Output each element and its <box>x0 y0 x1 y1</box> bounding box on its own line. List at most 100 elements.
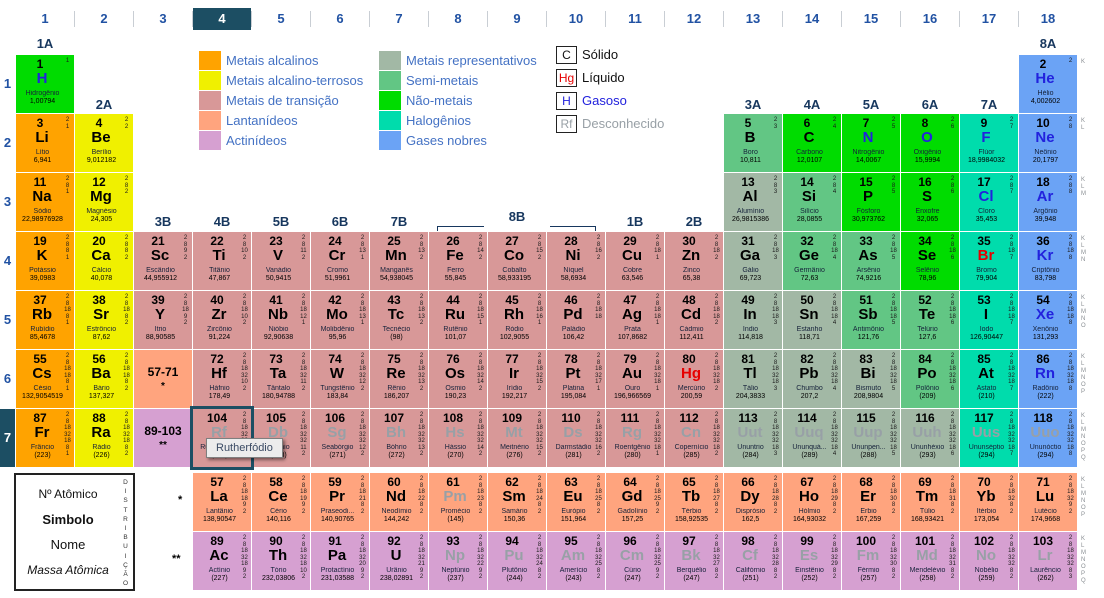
row-label-1[interactable]: 1 <box>0 55 15 113</box>
element-cell-Eu[interactable]: 63 2 8 18 25 8 2 Eu Európio 151,964 <box>547 473 605 531</box>
element-cell-Rn[interactable]: 86 2 8 18 32 18 8 Rn Radônio (222) <box>1019 350 1077 408</box>
element-cell-Mn[interactable]: 25 2 8 13 2 Mn Manganês 54,938045 <box>370 232 428 290</box>
element-cell-Cs[interactable]: 55 2 8 18 18 8 1 Cs Césio 132,9054519 <box>16 350 74 408</box>
element-cell-Ru[interactable]: 44 2 8 18 15 1 Ru Rutênio 101,07 <box>429 291 487 349</box>
element-cell-No[interactable]: 102 2 8 18 32 32 8 2 No Nobélio (259) <box>960 532 1018 590</box>
element-cell-Sb[interactable]: 51 2 8 18 18 5 Sb Antimônio 121,76 <box>842 291 900 349</box>
element-cell-Mg[interactable]: 12 2 8 2 Mg Magnésio 24,305 <box>75 173 133 231</box>
element-cell-Uup[interactable]: 115 2 8 18 32 32 18 5 Uup Ununpen... (288) <box>842 409 900 467</box>
element-cell-Kr[interactable]: 36 2 8 18 8 Kr Criptônio 83,798 <box>1019 232 1077 290</box>
column-header-3[interactable]: 3 <box>134 8 192 30</box>
element-cell-S[interactable]: 16 2 8 6 S Enxofre 32,065 <box>901 173 959 231</box>
column-header-14[interactable]: 14 <box>783 8 841 30</box>
row-label-2[interactable]: 2 <box>0 114 15 172</box>
element-cell-Cf[interactable]: 98 2 8 18 32 28 8 2 Cf Califórnio (251) <box>724 532 782 590</box>
column-header-15[interactable]: 15 <box>842 8 900 30</box>
element-cell-He[interactable]: 2 2 He Hélio 4,002602 <box>1019 55 1077 113</box>
element-cell-At[interactable]: 85 2 8 18 32 18 7 At Astato (210) <box>960 350 1018 408</box>
element-cell-V[interactable]: 23 2 8 11 2 V Vanádio 50,9415 <box>252 232 310 290</box>
element-cell-Cr[interactable]: 24 2 8 13 1 Cr Cromo 51,9961 <box>311 232 369 290</box>
row-label-3[interactable]: 3 <box>0 173 15 231</box>
element-cell-Lr[interactable]: 103 2 8 18 32 32 8 3 Lr Laurêncio (262) <box>1019 532 1077 590</box>
element-cell-Es[interactable]: 99 2 8 18 32 29 8 2 Es Einstênio (252) <box>783 532 841 590</box>
element-cell-Sm[interactable]: 62 2 8 18 24 8 2 Sm Samário 150,36 <box>488 473 546 531</box>
element-cell-Co[interactable]: 27 2 8 15 2 Co Cobalto 58,933195 <box>488 232 546 290</box>
element-cell-Uuq[interactable]: 114 2 8 18 32 32 18 4 Uuq Ununquá... (289) <box>783 409 841 467</box>
element-cell-K[interactable]: 19 2 8 8 1 K Potássio 39,0983 <box>16 232 74 290</box>
element-cell-Ir[interactable]: 77 2 8 18 32 15 2 Ir Irídio 192,217 <box>488 350 546 408</box>
element-cell-Ni[interactable]: 28 2 8 16 2 Ni Níquel 58,6934 <box>547 232 605 290</box>
column-header-6[interactable]: 6 <box>311 8 369 30</box>
element-cell-As[interactable]: 33 2 8 18 5 As Arsênio 74,9216 <box>842 232 900 290</box>
element-cell-Bh[interactable]: 107 2 8 18 32 32 13 2 Bh Bóhrio (272) <box>370 409 428 467</box>
element-cell-Md[interactable]: 101 2 8 18 32 31 8 2 Md Mendelévio (258) <box>901 532 959 590</box>
element-cell-Pt[interactable]: 78 2 8 18 32 17 1 Pt Platina 195,084 <box>547 350 605 408</box>
element-cell-Pb[interactable]: 82 2 8 18 32 18 4 Pb Chumbo 207,2 <box>783 350 841 408</box>
row-label-7[interactable]: 7 <box>0 409 15 467</box>
element-cell-F[interactable]: 9 2 7 F Flúor 18,9984032 <box>960 114 1018 172</box>
row-label-6[interactable]: 6 <box>0 350 15 408</box>
element-cell-Hg[interactable]: 80 2 8 18 32 18 2 Hg Mercúrio 200,59 <box>665 350 723 408</box>
element-cell-Cu[interactable]: 29 2 8 18 1 Cu Cobre 63,546 <box>606 232 664 290</box>
element-cell-Bk[interactable]: 97 2 8 18 32 27 8 2 Bk Berquélio (247) <box>665 532 723 590</box>
element-cell-Po[interactable]: 84 2 8 18 32 18 6 Po Polônio (209) <box>901 350 959 408</box>
element-cell-Uut[interactable]: 113 2 8 18 32 32 18 3 Uut Ununtrio (284) <box>724 409 782 467</box>
element-cell-Rb[interactable]: 37 2 8 18 8 1 Rb Rubídio 85,4678 <box>16 291 74 349</box>
column-header-10[interactable]: 10 <box>547 8 605 30</box>
element-cell-Th[interactable]: 90 2 8 18 32 18 10 2 Th Tório 232,03806 <box>252 532 310 590</box>
element-cell-Br[interactable]: 35 2 8 18 7 Br Bromo 79,904 <box>960 232 1018 290</box>
element-cell-Ge[interactable]: 32 2 8 18 4 Ge Germânio 72,63 <box>783 232 841 290</box>
element-cell-Na[interactable]: 11 2 8 1 Na Sódio 22,98976928 <box>16 173 74 231</box>
element-cell-Rg[interactable]: 111 2 8 18 32 32 18 1 Rg Roentgênio (280) <box>606 409 664 467</box>
element-cell-O[interactable]: 8 2 6 O Oxigênio 15,9994 <box>901 114 959 172</box>
element-cell-Cl[interactable]: 17 2 8 7 Cl Cloro 35,453 <box>960 173 1018 231</box>
element-cell-Se[interactable]: 34 2 8 18 6 Se Selênio 78,96 <box>901 232 959 290</box>
element-cell-B[interactable]: 5 2 3 B Boro 10,811 <box>724 114 782 172</box>
element-cell-P[interactable]: 15 2 8 5 P Fósforo 30,973762 <box>842 173 900 231</box>
element-cell-Ar[interactable]: 18 2 8 8 Ar Argônio 39,948 <box>1019 173 1077 231</box>
column-header-9[interactable]: 9 <box>488 8 546 30</box>
element-cell-Hs[interactable]: 108 2 8 18 32 32 14 2 Hs Hássio (270) <box>429 409 487 467</box>
element-cell-Mo[interactable]: 42 2 8 18 13 1 Mo Molibdênio 95,96 <box>311 291 369 349</box>
element-cell-Ra[interactable]: 88 2 8 18 32 18 8 2 Ra Rádio (226) <box>75 409 133 467</box>
element-cell-Gd[interactable]: 64 2 8 18 25 9 2 Gd Gadolínio 157,25 <box>606 473 664 531</box>
element-cell-Rh[interactable]: 45 2 8 18 16 1 Rh Ródio 102,9055 <box>488 291 546 349</box>
element-cell-Cd[interactable]: 48 2 8 18 18 2 Cd Cádmio 112,411 <box>665 291 723 349</box>
column-header-11[interactable]: 11 <box>606 8 664 30</box>
placeholder-cell-57-71[interactable]: 57-71 * <box>134 350 192 408</box>
element-cell-Ac[interactable]: 89 2 8 18 32 18 9 2 Ac Actínio (227) <box>193 532 251 590</box>
column-header-18[interactable]: 18 <box>1019 8 1077 30</box>
element-cell-Tb[interactable]: 65 2 8 18 27 8 2 Tb Térbio 158,92535 <box>665 473 723 531</box>
element-cell-Pa[interactable]: 91 2 8 18 32 20 9 2 Pa Protactínio 231,03588 <box>311 532 369 590</box>
element-cell-Yb[interactable]: 70 2 8 18 32 8 2 Yb Itérbio 173,054 <box>960 473 1018 531</box>
element-cell-Al[interactable]: 13 2 8 3 Al Alumínio 26,9815386 <box>724 173 782 231</box>
element-cell-Ca[interactable]: 20 2 8 8 2 Ca Cálcio 40,078 <box>75 232 133 290</box>
element-cell-Uuo[interactable]: 118 2 8 18 32 32 18 8 Uuo Ununóctio (294) <box>1019 409 1077 467</box>
element-cell-Am[interactable]: 95 2 8 18 32 25 8 2 Am Amerício (243) <box>547 532 605 590</box>
element-cell-La[interactable]: 57 2 8 18 18 9 2 La Lantânio 138,90547 <box>193 473 251 531</box>
element-cell-Sc[interactable]: 21 2 8 9 2 Sc Escândio 44,955912 <box>134 232 192 290</box>
element-cell-Cm[interactable]: 96 2 8 18 32 25 9 2 Cm Cúrio (247) <box>606 532 664 590</box>
element-cell-Au[interactable]: 79 2 8 18 32 18 1 Au Ouro 196,966569 <box>606 350 664 408</box>
element-cell-Pr[interactable]: 59 2 8 18 21 8 2 Pr Praseodi... 140,90765 <box>311 473 369 531</box>
element-cell-Si[interactable]: 14 2 8 4 Si Silício 28,0855 <box>783 173 841 231</box>
element-cell-U[interactable]: 92 2 8 18 32 21 9 2 U Urânio 238,02891 <box>370 532 428 590</box>
element-cell-Tc[interactable]: 43 2 8 18 13 2 Tc Tecnécio (98) <box>370 291 428 349</box>
element-cell-Pu[interactable]: 94 2 8 18 32 24 8 2 Pu Plutônio (244) <box>488 532 546 590</box>
element-cell-Ga[interactable]: 31 2 8 18 3 Ga Gálio 69,723 <box>724 232 782 290</box>
column-header-8[interactable]: 8 <box>429 8 487 30</box>
element-cell-C[interactable]: 6 2 4 C Carbono 12,0107 <box>783 114 841 172</box>
element-cell-Dy[interactable]: 66 2 8 18 28 8 2 Dy Disprósio 162,5 <box>724 473 782 531</box>
element-cell-Li[interactable]: 3 2 1 Li Lítio 6,941 <box>16 114 74 172</box>
placeholder-cell-89-103[interactable]: 89-103 ** <box>134 409 192 467</box>
column-header-16[interactable]: 16 <box>901 8 959 30</box>
element-cell-Mt[interactable]: 109 2 8 18 32 32 15 2 Mt Meitnério (276) <box>488 409 546 467</box>
element-cell-W[interactable]: 74 2 8 18 32 12 2 W Tungstênio 183,84 <box>311 350 369 408</box>
element-cell-H[interactable]: 1 1 H Hidrogênio 1,00794 <box>16 55 74 113</box>
column-header-5[interactable]: 5 <box>252 8 310 30</box>
element-cell-Ta[interactable]: 73 2 8 18 32 11 2 Ta Tântalo 180,94788 <box>252 350 310 408</box>
element-cell-Ce[interactable]: 58 2 8 18 19 9 2 Ce Cério 140,116 <box>252 473 310 531</box>
element-cell-Fm[interactable]: 100 2 8 18 32 30 8 2 Fm Férmio (257) <box>842 532 900 590</box>
column-header-4[interactable]: 4 <box>193 8 251 30</box>
element-cell-Be[interactable]: 4 2 2 Be Berílio 9,012182 <box>75 114 133 172</box>
